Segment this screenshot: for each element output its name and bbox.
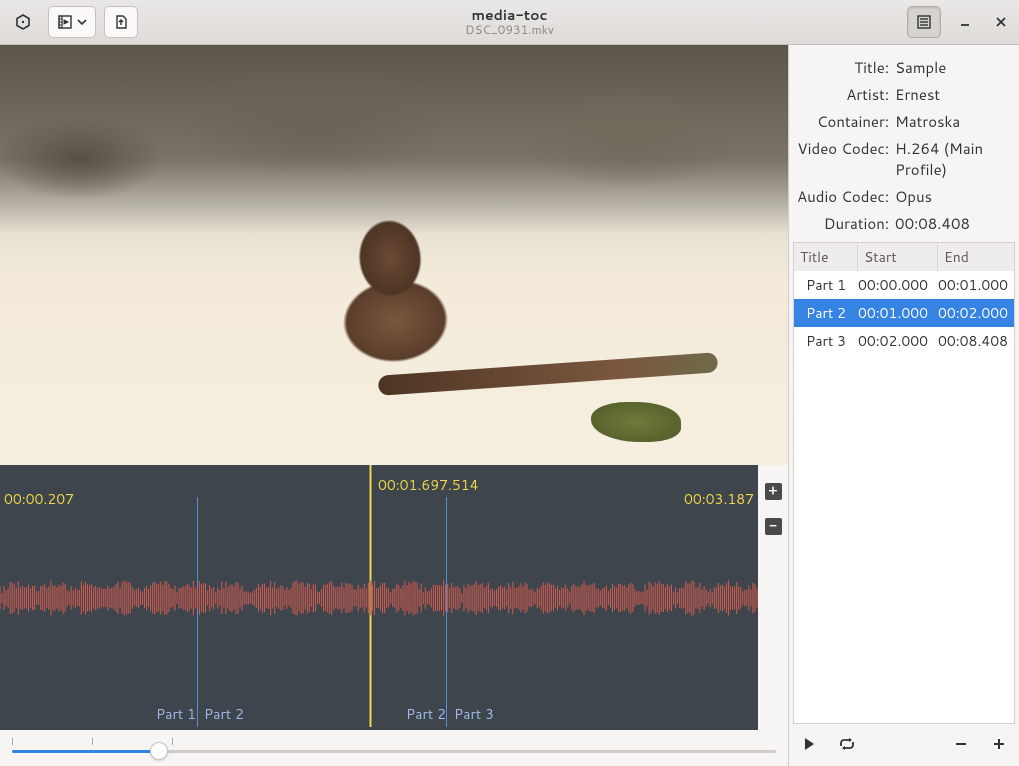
chapter-title: Part 3: [794, 327, 852, 355]
col-start[interactable]: Start: [858, 243, 938, 271]
info-key-artist: Artist:: [797, 84, 889, 105]
loop-chapter-button[interactable]: [835, 732, 859, 756]
export-button[interactable]: [104, 6, 138, 38]
info-key-duration: Duration:: [797, 213, 889, 234]
info-key-title: Title:: [797, 57, 889, 78]
minimize-icon: [958, 15, 972, 29]
info-val-duration: 00:08.408: [895, 213, 1011, 234]
close-button[interactable]: [989, 6, 1013, 38]
left-column: 00:00.207 00:01.697.514 00:03.187 Part 1: [0, 45, 788, 766]
chapter-end: 00:02.000: [932, 299, 1014, 327]
chevron-down-icon: [77, 17, 87, 27]
video-viewport[interactable]: [0, 45, 788, 465]
chapter-start: 00:00.000: [852, 271, 932, 299]
waveform-timeline[interactable]: 00:00.207 00:01.697.514 00:03.187 Part 1: [0, 465, 758, 730]
app-menu-button[interactable]: [6, 6, 40, 38]
info-val-container: Matroska: [895, 111, 1011, 132]
side-panel: Title: Sample Artist: Ernest Container: Mat…: [788, 45, 1019, 766]
info-key-acodec: Audio Codec:: [797, 186, 889, 207]
timeline-part-label: Part 3: [454, 704, 494, 724]
open-media-button[interactable]: [48, 6, 96, 38]
info-val-artist: Ernest: [895, 84, 1011, 105]
timeline-start-time: 00:00.207: [4, 489, 74, 509]
chapter-end: 00:08.408: [932, 327, 1014, 355]
timeline-part-label: Part 1: [156, 704, 196, 724]
timeline-end-time: 00:03.187: [684, 489, 754, 509]
info-val-vcodec: H.264 (Main Profile): [895, 138, 1011, 180]
close-icon: [994, 15, 1008, 29]
info-val-acodec: Opus: [895, 186, 1011, 207]
timeline-part-label: Part 2: [406, 704, 446, 724]
remove-chapter-button[interactable]: [949, 732, 973, 756]
zoom-out-timeline-button[interactable]: −: [765, 518, 782, 535]
window-title: media-toc: [0, 7, 1019, 23]
chapter-list[interactable]: Title Start End Part 100:00.00000:01.000…: [793, 242, 1015, 724]
play-button[interactable]: [797, 732, 821, 756]
table-row[interactable]: Part 100:00.00000:01.000: [794, 271, 1014, 299]
info-key-container: Container:: [797, 111, 889, 132]
info-key-vcodec: Video Codec:: [797, 138, 889, 180]
table-row[interactable]: Part 200:01.00000:02.000: [794, 299, 1014, 327]
chapter-start: 00:01.000: [852, 299, 932, 327]
audio-waveform: [0, 568, 758, 628]
seek-thumb[interactable]: [150, 742, 168, 760]
film-icon: [57, 14, 73, 30]
timeline-cursor-time: 00:01.697.514: [378, 475, 479, 495]
chapter-title: Part 1: [794, 271, 852, 299]
headerbar: media-toc DSC_0931.mkv: [0, 0, 1019, 45]
window-subtitle: DSC_0931.mkv: [0, 23, 1019, 37]
minus-icon: [953, 736, 969, 752]
document-export-icon: [113, 14, 129, 30]
info-val-title: Sample: [895, 57, 1011, 78]
col-end[interactable]: End: [938, 243, 1014, 271]
table-row[interactable]: Part 300:02.00000:08.408: [794, 327, 1014, 355]
timeline-part-label: Part 2: [204, 704, 244, 724]
media-info: Title: Sample Artist: Ernest Container: Mat…: [789, 45, 1019, 242]
minimize-button[interactable]: [953, 6, 977, 38]
add-chapter-button[interactable]: [987, 732, 1011, 756]
zoom-in-timeline-button[interactable]: +: [765, 483, 782, 500]
chapter-list-header: Title Start End: [794, 243, 1014, 271]
plus-icon: [991, 736, 1007, 752]
seek-slider[interactable]: [0, 730, 788, 766]
loop-icon: [838, 736, 856, 752]
chapter-start: 00:02.000: [852, 327, 932, 355]
toggle-side-panel-button[interactable]: [907, 6, 941, 38]
col-title[interactable]: Title: [794, 243, 858, 271]
hexagon-icon: [15, 14, 31, 30]
play-icon: [801, 736, 817, 752]
list-panel-icon: [916, 14, 932, 30]
chapter-end: 00:01.000: [932, 271, 1014, 299]
chapter-title: Part 2: [794, 299, 852, 327]
